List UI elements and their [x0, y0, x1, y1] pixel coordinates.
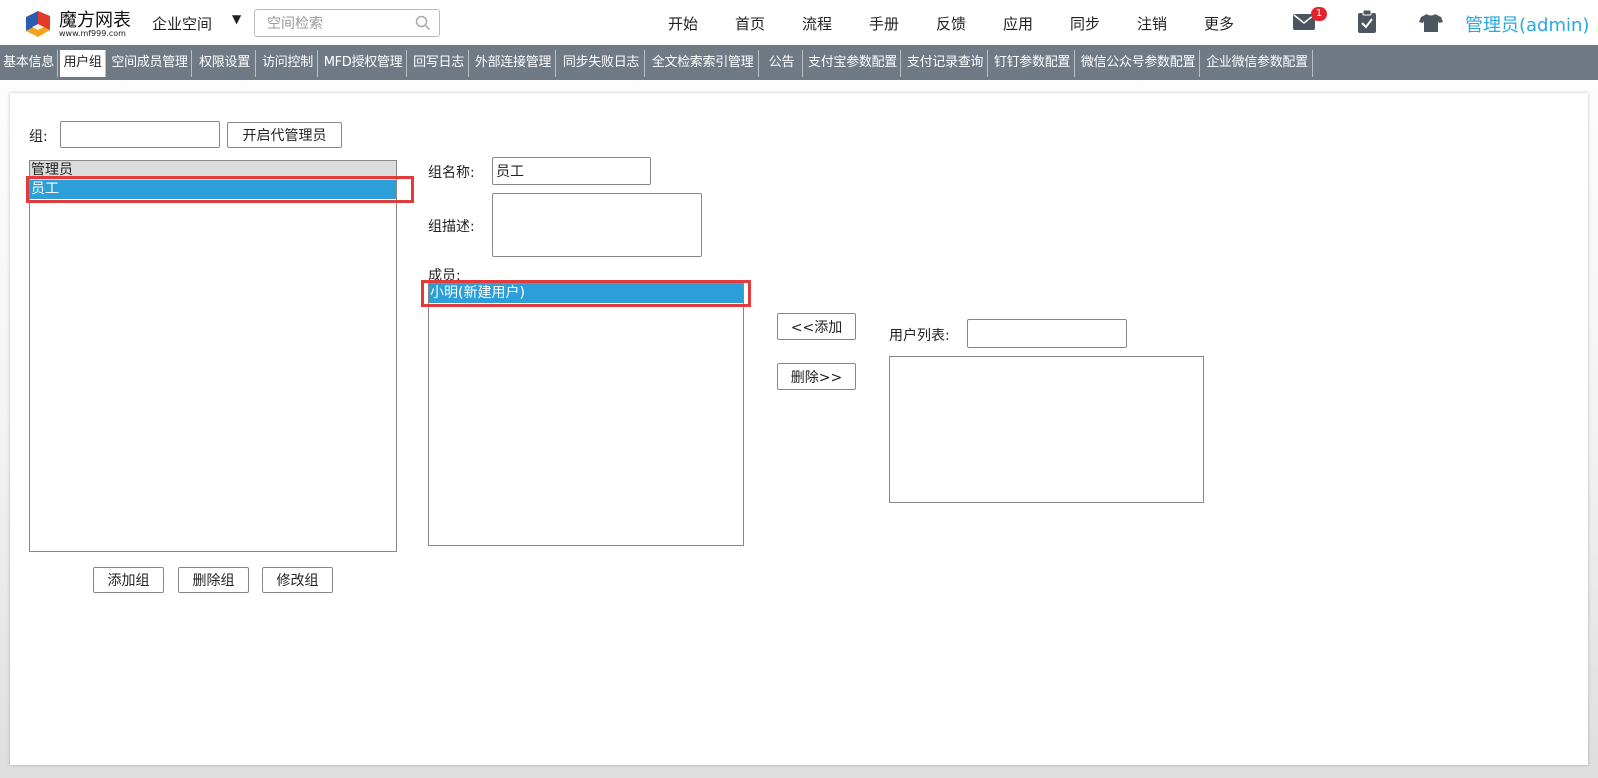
- tab-permissions[interactable]: 权限设置: [194, 50, 256, 77]
- mail-count-badge: 1: [1311, 7, 1327, 21]
- tab-fulltext-index[interactable]: 全文检索索引管理: [647, 50, 759, 77]
- group-name-label: 组名称:: [428, 165, 475, 181]
- tab-writeback-log[interactable]: 回写日志: [409, 50, 469, 77]
- admin-user-link[interactable]: 管理员(admin): [1465, 11, 1589, 37]
- chevron-down-icon[interactable]: ▼: [232, 12, 241, 26]
- nav-more[interactable]: 更多: [1204, 13, 1234, 34]
- nav-manual[interactable]: 手册: [869, 13, 899, 34]
- nav-start[interactable]: 开始: [668, 13, 698, 34]
- tab-wecom-config[interactable]: 企业微信参数配置: [1202, 50, 1313, 77]
- tab-mfd-license[interactable]: MFD授权管理: [320, 50, 407, 77]
- nav-home[interactable]: 首页: [735, 13, 765, 34]
- tab-wechat-mp-config[interactable]: 微信公众号参数配置: [1077, 50, 1200, 77]
- logo-cube-icon: [26, 11, 50, 37]
- enable-sub-admin-button[interactable]: 开启代管理员: [227, 122, 342, 148]
- modify-group-button[interactable]: 修改组: [262, 567, 333, 593]
- group-desc-label: 组描述:: [428, 219, 475, 235]
- group-option-admin[interactable]: 管理员: [30, 161, 396, 180]
- search-icon[interactable]: [415, 15, 431, 31]
- settings-tab-bar: 基本信息 用户组 空间成员管理 权限设置 访问控制 MFD授权管理 回写日志 外…: [0, 45, 1598, 80]
- tab-alipay-config[interactable]: 支付宝参数配置: [805, 50, 901, 77]
- nav-apps[interactable]: 应用: [1003, 13, 1033, 34]
- logo[interactable]: 魔方网表 www.mf999.com: [22, 5, 132, 43]
- delete-group-button[interactable]: 删除组: [178, 567, 249, 593]
- logo-url: www.mf999.com: [59, 29, 126, 38]
- tab-payment-records[interactable]: 支付记录查询: [903, 50, 988, 77]
- member-option[interactable]: 小明(新建用户): [429, 284, 743, 303]
- space-label[interactable]: 企业空间: [152, 13, 212, 34]
- remove-member-button[interactable]: 删除>>: [777, 363, 856, 390]
- tab-access-control[interactable]: 访问控制: [258, 50, 318, 77]
- clipboard-icon[interactable]: [1357, 10, 1377, 34]
- tab-sync-failure-log[interactable]: 同步失败日志: [558, 50, 645, 77]
- group-list[interactable]: 管理员 员工: [29, 160, 397, 552]
- tab-basic-info[interactable]: 基本信息: [0, 50, 58, 77]
- nav-logout[interactable]: 注销: [1137, 13, 1167, 34]
- members-label: 成员:: [428, 268, 461, 284]
- user-group-panel: 组: 开启代管理员 管理员 员工 添加组 删除组 修改组 组名称: 组描述: 成…: [10, 93, 1588, 765]
- add-member-button[interactable]: <<添加: [777, 313, 856, 340]
- tab-announcement[interactable]: 公告: [761, 50, 803, 77]
- group-name-input[interactable]: [60, 121, 220, 148]
- add-group-button[interactable]: 添加组: [93, 567, 164, 593]
- tab-external-connections[interactable]: 外部连接管理: [471, 50, 556, 77]
- shirt-icon[interactable]: [1419, 13, 1443, 33]
- tab-space-members[interactable]: 空间成员管理: [108, 50, 192, 77]
- nav-workflow[interactable]: 流程: [802, 13, 832, 34]
- user-list-filter-input[interactable]: [967, 319, 1127, 348]
- space-search: [254, 9, 440, 37]
- user-list-label: 用户列表:: [889, 328, 950, 344]
- top-bar: 魔方网表 www.mf999.com 企业空间 ▼ 开始 首页 流程 手册 反馈…: [0, 0, 1598, 45]
- search-input[interactable]: [265, 14, 414, 34]
- members-list[interactable]: 小明(新建用户): [428, 283, 744, 546]
- group-name-field[interactable]: [492, 157, 651, 185]
- group-desc-field[interactable]: [492, 193, 702, 257]
- tab-dingtalk-config[interactable]: 钉钉参数配置: [990, 50, 1075, 77]
- tab-user-group[interactable]: 用户组: [60, 50, 106, 77]
- nav-sync[interactable]: 同步: [1070, 13, 1100, 34]
- user-list[interactable]: [889, 356, 1204, 503]
- group-option-staff[interactable]: 员工: [30, 180, 396, 199]
- nav-feedback[interactable]: 反馈: [936, 13, 966, 34]
- group-label: 组:: [29, 129, 48, 145]
